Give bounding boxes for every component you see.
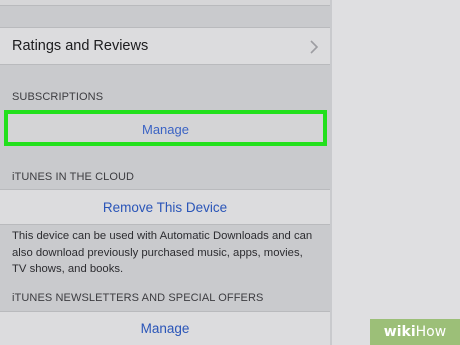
right-pane	[332, 0, 460, 345]
watermark-wiki: wiki	[383, 324, 416, 340]
subscriptions-manage-button[interactable]: Manage	[4, 110, 327, 146]
ratings-and-reviews-label: Ratings and Reviews	[12, 38, 149, 54]
newsletters-manage-button[interactable]: Manage	[0, 311, 330, 345]
subscriptions-manage-label: Manage	[142, 122, 189, 137]
remove-device-button[interactable]: Remove This Device	[0, 189, 330, 225]
ratings-and-reviews-row[interactable]: Ratings and Reviews	[0, 27, 330, 65]
settings-panel: Ratings and Reviews SUBSCRIPTIONS Manage…	[0, 0, 332, 345]
wikihow-watermark: wikiHow	[370, 319, 460, 345]
remove-device-label: Remove This Device	[102, 200, 228, 215]
cloud-footnote: This device can be used with Automatic D…	[12, 230, 313, 275]
newsletters-manage-label: Manage	[140, 321, 190, 336]
newsletters-header: iTUNES NEWSLETTERS AND SPECIAL OFFERS	[12, 292, 264, 304]
top-row-edge	[0, 0, 330, 6]
itunes-cloud-header: iTUNES IN THE CLOUD	[12, 171, 135, 183]
watermark-how: How	[415, 324, 447, 340]
chevron-right-icon	[310, 40, 319, 54]
subscriptions-header: SUBSCRIPTIONS	[12, 91, 104, 103]
